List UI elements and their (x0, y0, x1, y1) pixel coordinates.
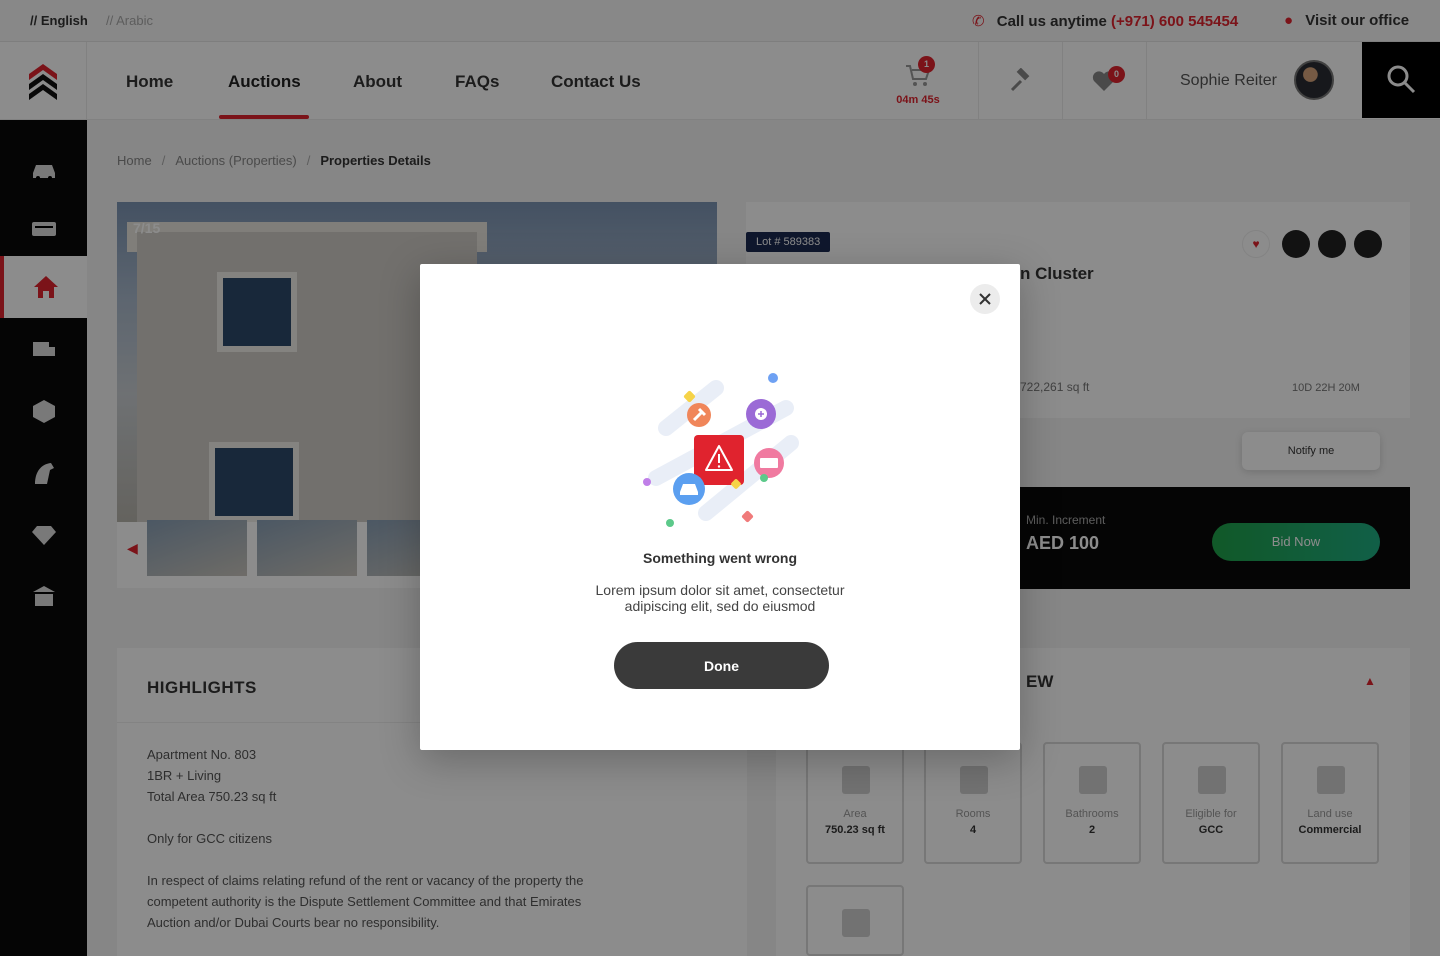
error-modal: Something went wrong Lorem ipsum dolor s… (420, 264, 1020, 750)
modal-title: Something went wrong (643, 550, 797, 566)
error-illustration (643, 373, 799, 527)
close-button[interactable] (970, 284, 1000, 314)
done-button[interactable]: Done (614, 642, 829, 689)
modal-message: Lorem ipsum dolor sit amet, consectetur … (595, 582, 845, 614)
close-icon (979, 293, 991, 305)
